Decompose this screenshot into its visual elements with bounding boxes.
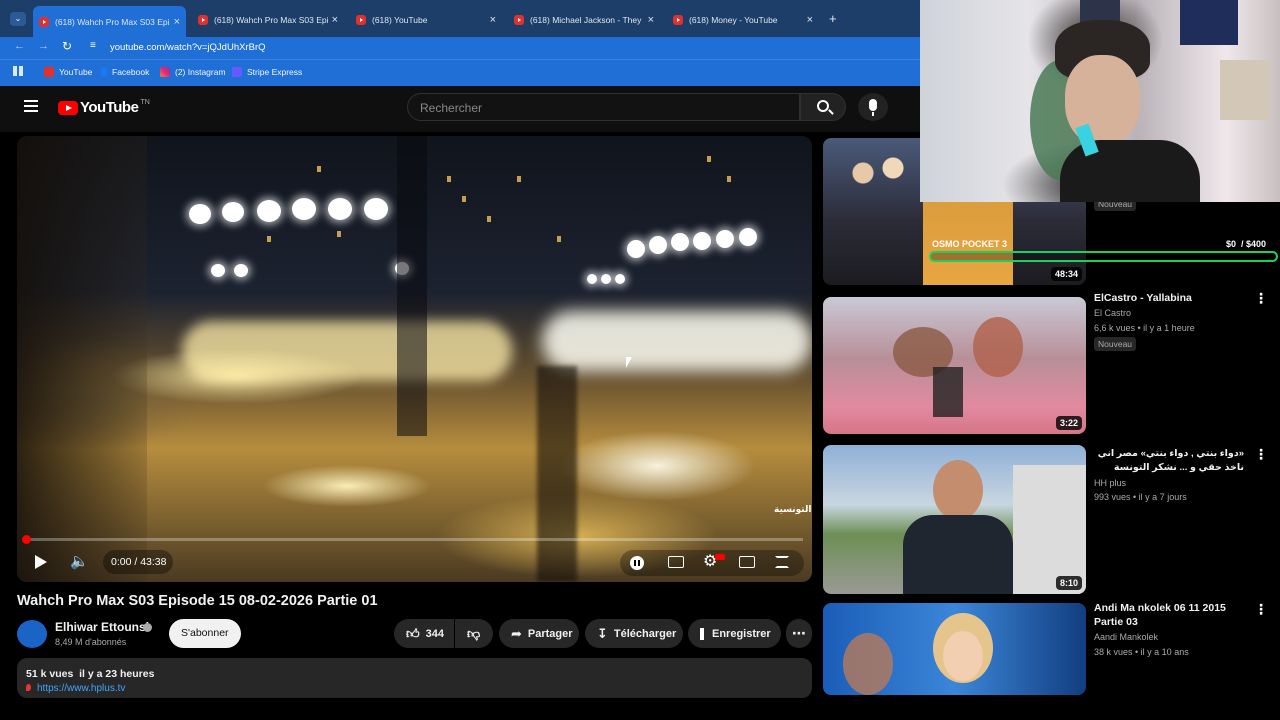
bookmark-facebook[interactable]: Facebook [101, 67, 149, 77]
description-box[interactable]: 51 k vues il y a 23 heures https://www.h… [17, 658, 812, 698]
recommendation-thumbnail[interactable]: 3:22 [823, 297, 1086, 434]
youtube-icon [44, 67, 54, 77]
channel-name[interactable]: Elhiwar Ettounsi [55, 620, 149, 634]
subtitles-button[interactable] [668, 556, 684, 568]
share-button[interactable]: ➦ Partager [499, 619, 579, 648]
donation-goal-amount: $0 / $400 [1226, 239, 1267, 249]
instagram-icon [160, 67, 170, 77]
save-button[interactable]: Enregistrer [688, 619, 781, 648]
miniplayer-button[interactable] [739, 556, 755, 568]
thumbs-down-icon: 👎︎ [467, 625, 481, 641]
donation-goal-bar [929, 251, 1278, 262]
tab-list-chevron-icon[interactable]: ⌄ [10, 12, 26, 26]
description-link[interactable]: https://www.hplus.tv [37, 683, 125, 694]
close-tab-icon[interactable]: × [807, 14, 813, 26]
recommendation-channel[interactable]: HH plus [1094, 478, 1126, 488]
channel-avatar[interactable] [17, 620, 47, 648]
recommendation-title[interactable]: ElCastro - Yallabina [1094, 291, 1192, 305]
stripe-icon [232, 67, 242, 77]
voice-search-button[interactable] [858, 93, 888, 121]
bookmark-stripe[interactable]: Stripe Express [232, 67, 302, 77]
recommendation-thumbnail[interactable] [823, 603, 1086, 695]
recommendation-channel[interactable]: Aandi Mankolek [1094, 632, 1158, 642]
recommendation-title[interactable]: Andi Ma nkolek 06 11 2015 Partie 03 [1094, 601, 1244, 629]
more-actions-button[interactable]: ⋯ [786, 619, 812, 648]
search-button[interactable] [800, 93, 846, 121]
youtube-favicon-icon [514, 14, 524, 25]
youtube-favicon-icon [356, 14, 366, 25]
browser-tab-bar: ⌄ (618) Wahch Pro Max S03 Episo × (618) … [0, 0, 920, 37]
thumbs-up-icon: 👍︎ [406, 625, 420, 641]
site-info-icon[interactable]: ≡ [90, 40, 96, 51]
dislike-button[interactable]: 👎︎ [455, 619, 493, 648]
youtube-favicon-icon [39, 16, 49, 27]
view-count: 51 k vues il y a 23 heures [26, 668, 155, 680]
recommendation-meta: 38 k vues • il y a 10 ans [1094, 647, 1189, 657]
tab-5[interactable]: (618) Money - YouTube × [667, 8, 819, 31]
play-button[interactable] [35, 555, 47, 569]
mouse-cursor-icon [626, 357, 632, 368]
video-title: Wahch Pro Max S03 Episode 15 08-02-2026 … [17, 593, 378, 609]
video-progress-bar[interactable] [24, 538, 803, 541]
download-button[interactable]: ↧ Télécharger [585, 619, 683, 648]
recommendation-thumbnail[interactable]: 8:10 [823, 445, 1086, 594]
reload-icon[interactable]: ↻ [62, 39, 72, 53]
new-tab-icon[interactable]: + [829, 11, 837, 26]
channel-watermark: التونسية [774, 504, 812, 514]
pin-icon [26, 684, 31, 691]
subscribe-button[interactable]: S'abonner [169, 619, 241, 648]
more-options-icon[interactable]: ⋮ [1254, 446, 1268, 463]
share-icon: ➦ [511, 625, 522, 641]
forward-icon[interactable]: → [38, 40, 49, 52]
search-input[interactable]: Rechercher [407, 93, 800, 121]
tab-4[interactable]: (618) Michael Jackson - They D × [508, 8, 660, 31]
recommendation-meta: 6,6 k vues • il y a 1 heure [1094, 323, 1195, 333]
tab-active[interactable]: (618) Wahch Pro Max S03 Episo × [33, 6, 186, 37]
youtube-favicon-icon [198, 14, 208, 25]
recommendation-channel[interactable]: El Castro [1094, 308, 1131, 318]
youtube-play-logo-icon [58, 100, 78, 115]
video-player[interactable]: التونسية [17, 136, 812, 582]
bottom-bar [0, 698, 1280, 720]
time-display: 0:00 / 43:38 [103, 550, 173, 574]
close-tab-icon[interactable]: × [648, 14, 654, 26]
fullscreen-button[interactable] [775, 556, 789, 568]
tab-3[interactable]: (618) YouTube × [350, 8, 502, 31]
download-icon: ↧ [597, 625, 608, 641]
bookmark-youtube[interactable]: YouTube [44, 67, 92, 77]
webcam-overlay [920, 0, 1280, 202]
verified-icon [143, 623, 152, 632]
close-tab-icon[interactable]: × [174, 16, 180, 28]
like-button[interactable]: 👍︎ 344 [394, 619, 454, 648]
camera-overlay-label: OSMO POCKET 3 [932, 239, 1008, 249]
new-badge: Nouveau [1094, 337, 1137, 351]
url-field[interactable]: youtube.com/watch?v=jQJdUhXrBrQ [110, 42, 266, 53]
autoplay-toggle[interactable] [630, 556, 644, 570]
tab-2[interactable]: (618) Wahch Pro Max S03 Episo × [192, 8, 344, 31]
subscriber-count: 8,49 M d'abonnés [55, 637, 127, 647]
apps-grid-icon[interactable] [13, 66, 23, 76]
progress-scrubber[interactable] [22, 535, 31, 544]
close-tab-icon[interactable]: × [332, 14, 338, 26]
bookmark-icon [700, 627, 704, 640]
bookmarks-bar: YouTube Facebook (2) Instagram Stripe Ex… [0, 59, 920, 86]
youtube-logo[interactable]: YouTube TN [58, 99, 150, 116]
microphone-icon [869, 99, 877, 111]
facebook-icon [101, 67, 107, 77]
recommendation-title[interactable]: «دواء بنتي , دواء بنتي» مصر اني ناخذ حقي… [1094, 447, 1244, 475]
youtube-favicon-icon [673, 14, 683, 25]
recommendation-meta: 993 vues • il y a 7 jours [1094, 492, 1187, 502]
close-tab-icon[interactable]: × [490, 14, 496, 26]
bookmark-instagram[interactable]: (2) Instagram [160, 67, 226, 77]
address-bar: ← → ↻ ≡ youtube.com/watch?v=jQJdUhXrBrQ [0, 37, 920, 59]
menu-icon[interactable] [24, 100, 38, 112]
volume-button[interactable]: 🔈 [70, 552, 89, 570]
more-options-icon[interactable]: ⋮ [1254, 601, 1268, 618]
hd-badge [715, 554, 725, 560]
more-options-icon[interactable]: ⋮ [1254, 290, 1268, 307]
back-icon[interactable]: ← [14, 40, 25, 52]
